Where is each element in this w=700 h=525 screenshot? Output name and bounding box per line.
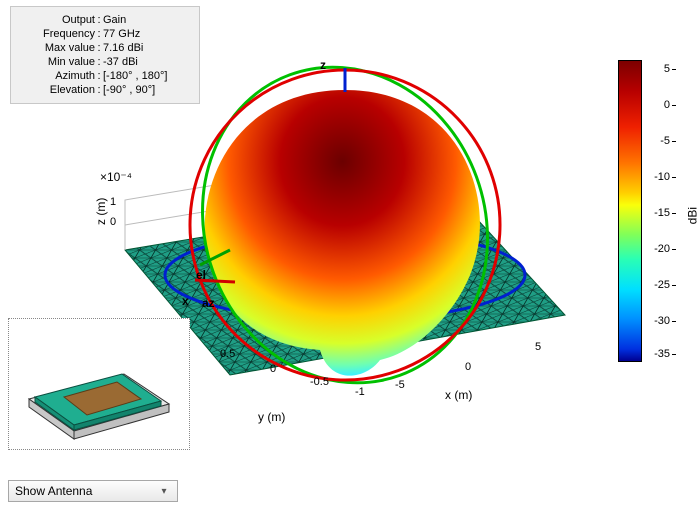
svg-text:-0.5: -0.5 xyxy=(310,376,329,388)
info-value: 77 GHz xyxy=(103,27,191,41)
svg-text:5: 5 xyxy=(535,341,541,353)
info-row: Output : Gain xyxy=(19,13,191,27)
svg-text:0.5: 0.5 xyxy=(220,348,235,360)
info-row: Frequency : 77 GHz xyxy=(19,27,191,41)
info-label: Elevation xyxy=(27,83,95,97)
colorbar-tick: -5 xyxy=(646,135,670,147)
colorbar-ticks: 5 0 -5 -10 -15 -20 -25 -30 -35 xyxy=(646,60,670,360)
az-marker: az xyxy=(202,296,215,310)
z-axis-label: z (m) xyxy=(94,198,108,225)
colorbar xyxy=(618,60,642,362)
svg-text:0: 0 xyxy=(465,361,471,373)
info-label: Min value xyxy=(27,55,95,69)
info-colon: : xyxy=(95,27,103,41)
show-antenna-dropdown[interactable]: Show Antenna ▾ xyxy=(8,480,178,502)
svg-text:-5: -5 xyxy=(395,379,405,391)
colorbar-tick: -10 xyxy=(646,171,670,183)
chevron-down-icon: ▾ xyxy=(157,486,171,497)
colorbar-tick: 5 xyxy=(646,63,670,75)
svg-text:0: 0 xyxy=(110,216,116,228)
colorbar-tick: -30 xyxy=(646,315,670,327)
colorbar-tick: -35 xyxy=(646,348,670,360)
info-colon: : xyxy=(95,13,103,27)
dropdown-selected-label: Show Antenna xyxy=(15,484,157,498)
antenna-inset-panel xyxy=(8,318,190,450)
info-label: Frequency xyxy=(27,27,95,41)
y-axis-label: y (m) xyxy=(258,410,285,424)
colorbar-tick: 0 xyxy=(646,99,670,111)
svg-text:0: 0 xyxy=(270,363,276,375)
info-value: Gain xyxy=(103,13,191,27)
colorbar-tick: -20 xyxy=(646,243,670,255)
x-axis-label: x (m) xyxy=(445,388,472,402)
svg-text:-1: -1 xyxy=(355,386,365,398)
z-ticks: 0 1 xyxy=(110,196,116,228)
colorbar-label: dBi xyxy=(685,207,699,224)
z-axis-marker: z xyxy=(320,58,326,72)
antenna-inset-svg xyxy=(9,319,189,449)
colorbar-tick: -15 xyxy=(646,207,670,219)
svg-text:1: 1 xyxy=(110,196,116,208)
colorbar-tick: -25 xyxy=(646,279,670,291)
x-marker: x xyxy=(182,294,189,308)
el-marker: el xyxy=(196,268,206,282)
info-label: Output xyxy=(27,13,95,27)
z-axis-exp: ×10⁻⁴ xyxy=(100,170,132,184)
info-label: Azimuth xyxy=(27,69,95,83)
info-label: Max value xyxy=(27,41,95,55)
